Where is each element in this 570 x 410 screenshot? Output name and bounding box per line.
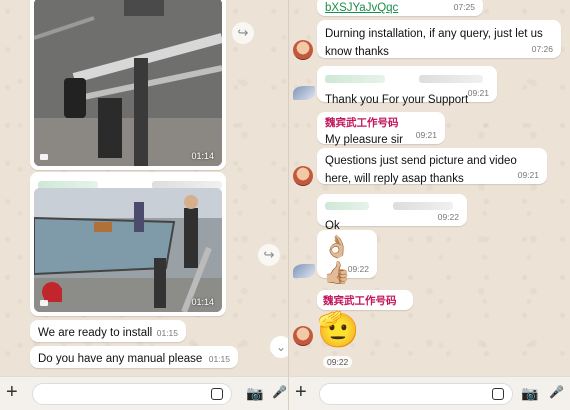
text-message[interactable]: We are ready to install 01:15	[30, 320, 186, 342]
message-time: 07:25	[453, 2, 475, 12]
message-text: Thank you For your Support	[325, 94, 469, 106]
sender-name-blurred	[325, 70, 489, 88]
attach-plus-icon[interactable]: +	[6, 381, 18, 404]
emoji-message[interactable]: 魏宾武工作号码	[317, 290, 413, 310]
image-message[interactable]: 01:14	[30, 0, 226, 170]
message-time: 09:21	[467, 88, 489, 98]
text-message[interactable]: Questions just send picture and video he…	[317, 148, 547, 185]
link-text[interactable]: bXSJYaJvQqc	[325, 2, 398, 14]
message-text: Durning installation, if any query, just…	[325, 28, 543, 58]
emoji-text: 👌🏼👍🏼	[323, 234, 351, 285]
contact-avatar[interactable]	[293, 326, 313, 346]
message-text: Questions just send picture and video he…	[325, 155, 517, 185]
camera-icon[interactable]: 📷	[246, 385, 263, 402]
message-composer: + 📷 🎤	[0, 376, 288, 410]
machine-photo-1-drawing	[34, 0, 222, 166]
message-input[interactable]	[320, 384, 512, 404]
machine-photo-2[interactable]: 01:14	[34, 188, 222, 312]
message-input-wrapper[interactable]	[32, 383, 232, 405]
message-text: My pleasure sir	[325, 134, 403, 146]
text-message[interactable]: Do you have any manual please 01:15	[30, 346, 238, 368]
contact-avatar[interactable]	[293, 264, 315, 278]
text-message[interactable]: 魏宾武工作号码 My pleasure sir 09:21	[317, 112, 445, 146]
image-message[interactable]: 01:14	[30, 172, 226, 316]
microphone-icon[interactable]: 🎤	[549, 385, 564, 399]
machine-photo-2-drawing	[34, 188, 222, 312]
message-text: We are ready to install	[38, 327, 153, 339]
message-time: 09:22	[347, 264, 369, 274]
sticker-icon[interactable]	[492, 388, 504, 400]
photo-time: 01:14	[191, 297, 214, 307]
forward-icon[interactable]: ↪	[258, 244, 280, 266]
message-time: 09:22	[437, 212, 459, 222]
photo-time: 01:14	[191, 151, 214, 161]
forward-icon[interactable]: ↪	[232, 22, 254, 44]
text-message[interactable]: Thank you For your Support 09:21	[317, 66, 497, 106]
video-badge-icon	[40, 154, 48, 160]
sender-name: 魏宾武工作号码	[325, 117, 399, 129]
message-time: 09:21	[415, 130, 437, 140]
contact-avatar[interactable]	[293, 86, 315, 100]
left-chat-pane: 01:14 ↪ 01:14 ↪ We are ready to install …	[0, 0, 288, 410]
link-message[interactable]: bXSJYaJvQqc 07:25	[317, 0, 483, 16]
message-time: 07:26	[531, 44, 553, 54]
camera-icon[interactable]: 📷	[521, 385, 538, 402]
attach-plus-icon[interactable]: +	[295, 381, 307, 404]
right-chat-pane: bXSJYaJvQqc 07:25 Durning installation, …	[288, 0, 570, 410]
message-composer: + 📷 🎤	[289, 376, 570, 410]
scroll-down-button[interactable]: ⌄	[270, 336, 288, 358]
microphone-icon[interactable]: 🎤	[272, 385, 287, 399]
message-time: 01:15	[156, 328, 178, 338]
salute-emoji-large: 🫡	[317, 311, 360, 349]
text-message[interactable]: Ok 09:22	[317, 194, 467, 232]
emoji-message[interactable]: 👌🏼👍🏼 09:22	[317, 230, 377, 285]
text-message[interactable]: Durning installation, if any query, just…	[317, 20, 561, 58]
message-time: 09:21	[517, 170, 539, 180]
message-time: 09:22	[323, 356, 353, 368]
message-text: Do you have any manual please	[38, 353, 203, 365]
message-input-wrapper[interactable]	[319, 383, 513, 405]
message-input[interactable]	[33, 384, 231, 404]
machine-photo-1[interactable]: 01:14	[34, 0, 222, 166]
contact-avatar[interactable]	[293, 166, 313, 186]
video-badge-icon	[40, 300, 48, 306]
sticker-icon[interactable]	[211, 388, 223, 400]
contact-avatar[interactable]	[293, 40, 313, 60]
sender-name: 魏宾武工作号码	[323, 295, 397, 307]
message-time: 01:15	[208, 354, 230, 364]
